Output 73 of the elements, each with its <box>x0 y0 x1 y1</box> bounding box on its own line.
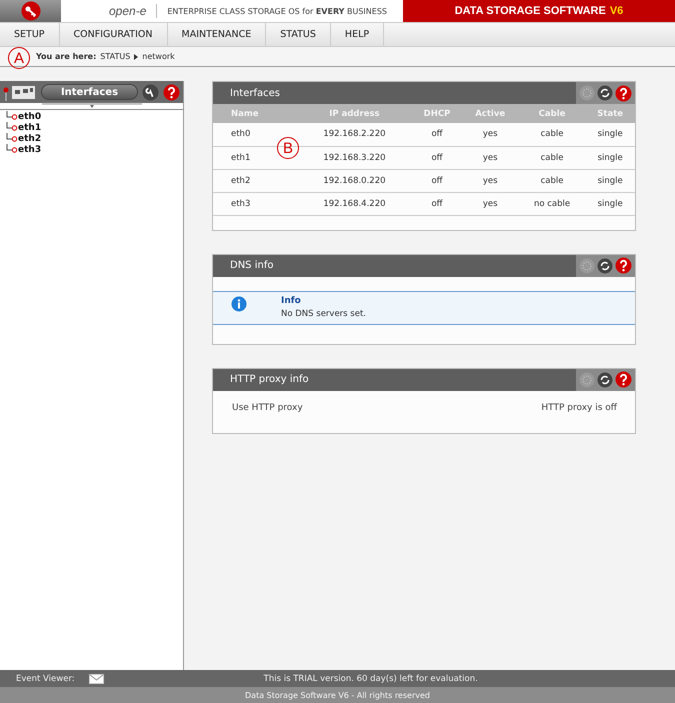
table-cell: yes <box>462 169 519 192</box>
breadcrumb-link[interactable]: STATUS <box>100 52 130 61</box>
table-cell: yes <box>462 123 519 146</box>
setting-value: HTTP proxy is off <box>541 402 617 412</box>
table-cell: 192.168.3.220 <box>298 146 412 169</box>
table-cell: single <box>586 123 635 146</box>
panel-title: Interfaces <box>230 88 280 98</box>
column-header: Cable <box>518 104 586 123</box>
table-cell: 192.168.2.220 <box>298 123 412 146</box>
column-header: State <box>586 104 635 123</box>
menu-item[interactable]: STATUS <box>266 23 331 46</box>
menu-item[interactable]: MAINTENANCE <box>168 23 266 46</box>
menu-item[interactable]: CONFIGURATION <box>60 23 168 46</box>
breadcrumb-label: You are here: <box>36 52 96 61</box>
copyright: Data Storage Software V6 - All rights reserved <box>245 690 430 700</box>
table-cell: eth3 <box>213 192 298 215</box>
table-cell: off <box>412 146 463 169</box>
breadcrumb-link[interactable]: network <box>142 52 175 61</box>
callout-marker: A <box>8 47 30 69</box>
refresh-icon[interactable] <box>597 258 613 274</box>
brand-logo: open-e <box>109 4 158 18</box>
menu-item[interactable]: SETUP <box>0 23 60 46</box>
tree-item[interactable]: eth1 <box>18 122 42 132</box>
column-header: Name <box>213 104 298 123</box>
table-cell: 192.168.0.220 <box>298 169 412 192</box>
help-icon[interactable] <box>615 84 632 102</box>
table-cell: cable <box>518 146 586 169</box>
help-icon[interactable] <box>615 257 632 274</box>
table-cell: yes <box>462 146 519 169</box>
table-cell: eth2 <box>213 169 298 192</box>
key-logo-icon[interactable] <box>20 1 40 21</box>
refresh-icon[interactable] <box>597 85 613 101</box>
tree-node-icon <box>6 122 18 133</box>
tree-node-icon <box>6 144 18 155</box>
product-name: DATA STORAGE SOFTWARE <box>454 5 606 17</box>
collapse-handle-icon[interactable] <box>42 103 142 109</box>
info-icon <box>231 296 247 312</box>
column-header: Active <box>462 104 519 123</box>
table-cell: off <box>412 123 463 146</box>
table-cell: cable <box>518 169 586 192</box>
tree-item[interactable]: eth3 <box>18 144 42 154</box>
table-cell: 192.168.4.220 <box>298 192 412 215</box>
envelope-icon[interactable] <box>88 674 104 684</box>
table-cell: off <box>412 192 463 215</box>
tagline: ENTERPRISE CLASS STORAGE OS for EVERY BUSINESS <box>167 6 387 16</box>
version-label: V6 <box>610 5 624 17</box>
tree-node-icon <box>6 133 18 144</box>
section-title: Interfaces <box>41 84 138 100</box>
help-icon[interactable] <box>163 84 180 100</box>
table-cell: single <box>586 192 635 215</box>
menu-item[interactable]: HELP <box>330 23 384 46</box>
help-icon[interactable] <box>615 371 632 388</box>
event-viewer-label: Event Viewer: <box>16 674 75 684</box>
table-cell: single <box>586 169 635 192</box>
table-cell: no cable <box>518 192 586 215</box>
network-icon <box>3 83 37 101</box>
info-message: No DNS servers set. <box>281 308 366 318</box>
column-header: DHCP <box>412 104 463 123</box>
table-cell: off <box>412 169 463 192</box>
panel-title: DNS info <box>230 260 274 271</box>
column-header: IP address <box>298 104 412 123</box>
separator-icon <box>134 54 138 60</box>
tree-item[interactable]: eth0 <box>18 112 42 122</box>
table-cell: single <box>586 146 635 169</box>
trial-notice: This is TRIAL version. 60 day(s) left for evaluation. <box>264 674 478 684</box>
info-title: Info <box>281 296 302 306</box>
panel-title: HTTP proxy info <box>230 374 309 385</box>
refresh-icon[interactable] <box>597 372 613 388</box>
setting-label: Use HTTP proxy <box>232 402 303 412</box>
table-cell: yes <box>462 192 519 215</box>
tree-node-icon <box>6 111 18 122</box>
table-cell: cable <box>518 123 586 146</box>
tree-item[interactable]: eth2 <box>18 134 42 144</box>
